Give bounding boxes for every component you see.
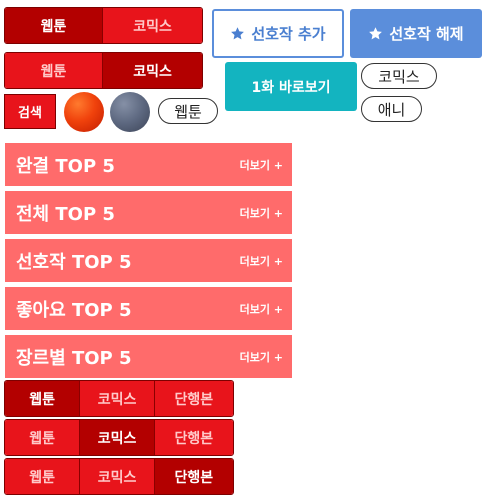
ranking-title: 장르별 TOP 5 (16, 347, 132, 369)
webtoon-pill[interactable]: 웹툰 (158, 98, 218, 124)
comics-pill[interactable]: 코믹스 (361, 63, 437, 89)
format-volume-button[interactable]: 단행본 (153, 420, 233, 455)
toggle-comics-button[interactable]: 코믹스 (102, 8, 202, 43)
favorite-add-button[interactable]: 선호작 추가 (212, 9, 344, 58)
format-toggle-3: 웹툰 코믹스 단행본 (4, 458, 234, 495)
more-link[interactable]: 더보기 + (240, 349, 283, 365)
ranking-title: 완결 TOP 5 (16, 155, 115, 177)
star-icon (369, 27, 383, 40)
red-circle-button[interactable] (64, 92, 104, 132)
search-button[interactable]: 검색 (4, 94, 56, 129)
format-comics-button[interactable]: 코믹스 (79, 381, 154, 416)
ranking-likes[interactable]: 좋아요 TOP 5 더보기 + (5, 287, 292, 330)
gray-circle-button[interactable] (110, 92, 150, 132)
ranking-all[interactable]: 전체 TOP 5 더보기 + (5, 191, 292, 234)
more-link[interactable]: 더보기 + (240, 253, 283, 269)
format-webtoon-button[interactable]: 웹툰 (5, 381, 80, 416)
ranking-title: 전체 TOP 5 (16, 203, 115, 225)
category-toggle-2: 웹툰 코믹스 (4, 52, 203, 89)
ranking-genre[interactable]: 장르별 TOP 5 더보기 + (5, 335, 292, 378)
ranking-completed[interactable]: 완결 TOP 5 더보기 + (5, 143, 292, 186)
toggle-webtoon-button[interactable]: 웹툰 (5, 53, 103, 88)
favorite-add-label: 선호작 추가 (251, 25, 326, 43)
more-link[interactable]: 더보기 + (240, 157, 283, 173)
format-comics-button[interactable]: 코믹스 (79, 420, 154, 455)
first-episode-button[interactable]: 1화 바로보기 (225, 62, 357, 111)
more-link[interactable]: 더보기 + (240, 205, 283, 221)
favorite-remove-label: 선호작 해제 (389, 25, 464, 43)
format-toggle-2: 웹툰 코믹스 단행본 (4, 419, 234, 456)
anime-pill[interactable]: 애니 (361, 96, 422, 122)
category-toggle-1: 웹툰 코믹스 (4, 7, 203, 44)
toggle-comics-button[interactable]: 코믹스 (102, 53, 202, 88)
format-webtoon-button[interactable]: 웹툰 (5, 459, 80, 494)
format-toggle-1: 웹툰 코믹스 단행본 (4, 380, 234, 417)
ranking-title: 좋아요 TOP 5 (16, 299, 132, 321)
ranking-favorites[interactable]: 선호작 TOP 5 더보기 + (5, 239, 292, 282)
format-comics-button[interactable]: 코믹스 (79, 459, 154, 494)
star-icon (231, 27, 245, 40)
format-volume-button[interactable]: 단행본 (153, 459, 233, 494)
toggle-webtoon-button[interactable]: 웹툰 (5, 8, 103, 43)
favorite-remove-button[interactable]: 선호작 해제 (350, 9, 482, 58)
more-link[interactable]: 더보기 + (240, 301, 283, 317)
format-webtoon-button[interactable]: 웹툰 (5, 420, 80, 455)
format-volume-button[interactable]: 단행본 (153, 381, 233, 416)
ranking-title: 선호작 TOP 5 (16, 251, 132, 273)
